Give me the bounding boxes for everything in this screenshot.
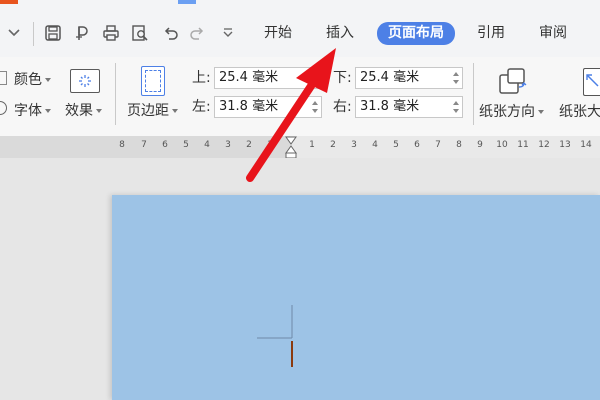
color-button[interactable]: 颜色 (14, 71, 51, 89)
tab-page-layout[interactable]: 页面布局 (377, 22, 455, 45)
margins-button[interactable]: 页边距 (127, 102, 178, 120)
ruler-number: 2 (246, 140, 252, 150)
orientation-icon[interactable] (497, 66, 529, 96)
ruler-number: 3 (351, 140, 357, 150)
tab-review[interactable]: 审阅 (539, 24, 567, 42)
chevron-down-icon (45, 109, 51, 113)
ruler-number: 5 (393, 140, 399, 150)
orientation-label: 纸张方向 (479, 104, 535, 120)
spinner-icon[interactable] (453, 99, 460, 115)
document-page[interactable] (112, 195, 600, 400)
paper-size-icon[interactable] (583, 68, 600, 96)
effects-label: 效果 (65, 103, 93, 119)
ruler-number: 8 (119, 140, 125, 150)
spinner-icon[interactable] (312, 70, 319, 86)
tab-insert[interactable]: 插入 (326, 24, 354, 42)
chevron-down-icon (538, 110, 544, 114)
tab-accent-mid (178, 0, 196, 4)
margin-right-input[interactable]: 31.8 毫米 (355, 96, 463, 118)
save-icon[interactable] (43, 23, 63, 43)
ruler-number: 5 (183, 140, 189, 150)
horizontal-ruler[interactable]: 8 7 6 5 4 3 2 1 1 2 3 4 5 6 7 8 9 10 11 … (0, 136, 600, 158)
margin-bottom-label: 下: (333, 70, 352, 86)
color-label: 颜色 (14, 72, 42, 88)
tab-start[interactable]: 开始 (264, 24, 292, 42)
ruler-number: 7 (435, 140, 441, 150)
ruler-number: 6 (162, 140, 168, 150)
spinner-icon[interactable] (453, 70, 460, 86)
ruler-number: 4 (372, 140, 378, 150)
ruler-number: 1 (267, 140, 273, 150)
ruler-number: 7 (141, 140, 147, 150)
margin-right-label: 右: (333, 99, 352, 115)
ruler-number: 6 (414, 140, 420, 150)
ribbon: 颜色 字体 效果 页边距 上: 25.4 毫米 下: 25.4 毫米 左: 31… (0, 57, 600, 137)
ruler-number: 14 (580, 140, 592, 150)
ruler-number: 8 (456, 140, 462, 150)
margin-corner-mark (257, 305, 293, 339)
font-button[interactable]: 字体 (14, 102, 51, 120)
chevron-down-icon (172, 109, 178, 113)
ruler-number: 3 (225, 140, 231, 150)
chevron-down-icon[interactable] (4, 23, 24, 43)
margin-left-label: 左: (192, 99, 211, 115)
margin-right-value: 31.8 毫米 (360, 99, 420, 114)
margin-top-input[interactable]: 25.4 毫米 (214, 67, 322, 89)
separator (115, 63, 116, 125)
effects-button[interactable]: 效果 (65, 102, 102, 120)
print-icon[interactable] (101, 23, 121, 43)
margins-icon[interactable] (141, 66, 165, 96)
undo-icon[interactable] (160, 23, 180, 43)
indent-marker-icon[interactable] (284, 136, 298, 160)
spinner-icon[interactable] (312, 99, 319, 115)
effects-icon[interactable] (70, 69, 100, 93)
separator (33, 22, 34, 46)
title-bar: 开始 插入 页面布局 引用 审阅 (0, 0, 600, 57)
ruler-number: 10 (496, 140, 508, 150)
print-preview-icon[interactable] (130, 23, 150, 43)
customize-chevron-icon[interactable] (218, 23, 238, 43)
ruler-number: 13 (559, 140, 571, 150)
margin-left-input[interactable]: 31.8 毫米 (214, 96, 322, 118)
margin-top-value: 25.4 毫米 (219, 70, 279, 85)
margin-bottom-input[interactable]: 25.4 毫米 (355, 67, 463, 89)
text-cursor (291, 341, 293, 367)
ruler-number: 11 (517, 140, 529, 150)
font-label: 字体 (14, 103, 42, 119)
chevron-down-icon (45, 78, 51, 82)
color-icon (0, 71, 7, 85)
separator (473, 63, 474, 125)
font-icon (0, 101, 7, 115)
export-icon[interactable] (72, 23, 92, 43)
tab-accent-left (0, 0, 18, 4)
ruler-number: 4 (204, 140, 210, 150)
ruler-number: 2 (330, 140, 336, 150)
margin-left-value: 31.8 毫米 (219, 99, 279, 114)
chevron-down-icon (96, 109, 102, 113)
ruler-number: 12 (538, 140, 550, 150)
margin-top-label: 上: (192, 70, 211, 86)
orientation-button[interactable]: 纸张方向 (479, 103, 544, 121)
redo-icon[interactable] (188, 23, 208, 43)
tab-references[interactable]: 引用 (477, 24, 505, 42)
margins-label: 页边距 (127, 103, 169, 119)
ruler-number: 1 (309, 140, 315, 150)
margin-bottom-value: 25.4 毫米 (360, 70, 420, 85)
paper-size-button[interactable]: 纸张大 (559, 103, 600, 121)
ruler-number: 9 (477, 140, 483, 150)
